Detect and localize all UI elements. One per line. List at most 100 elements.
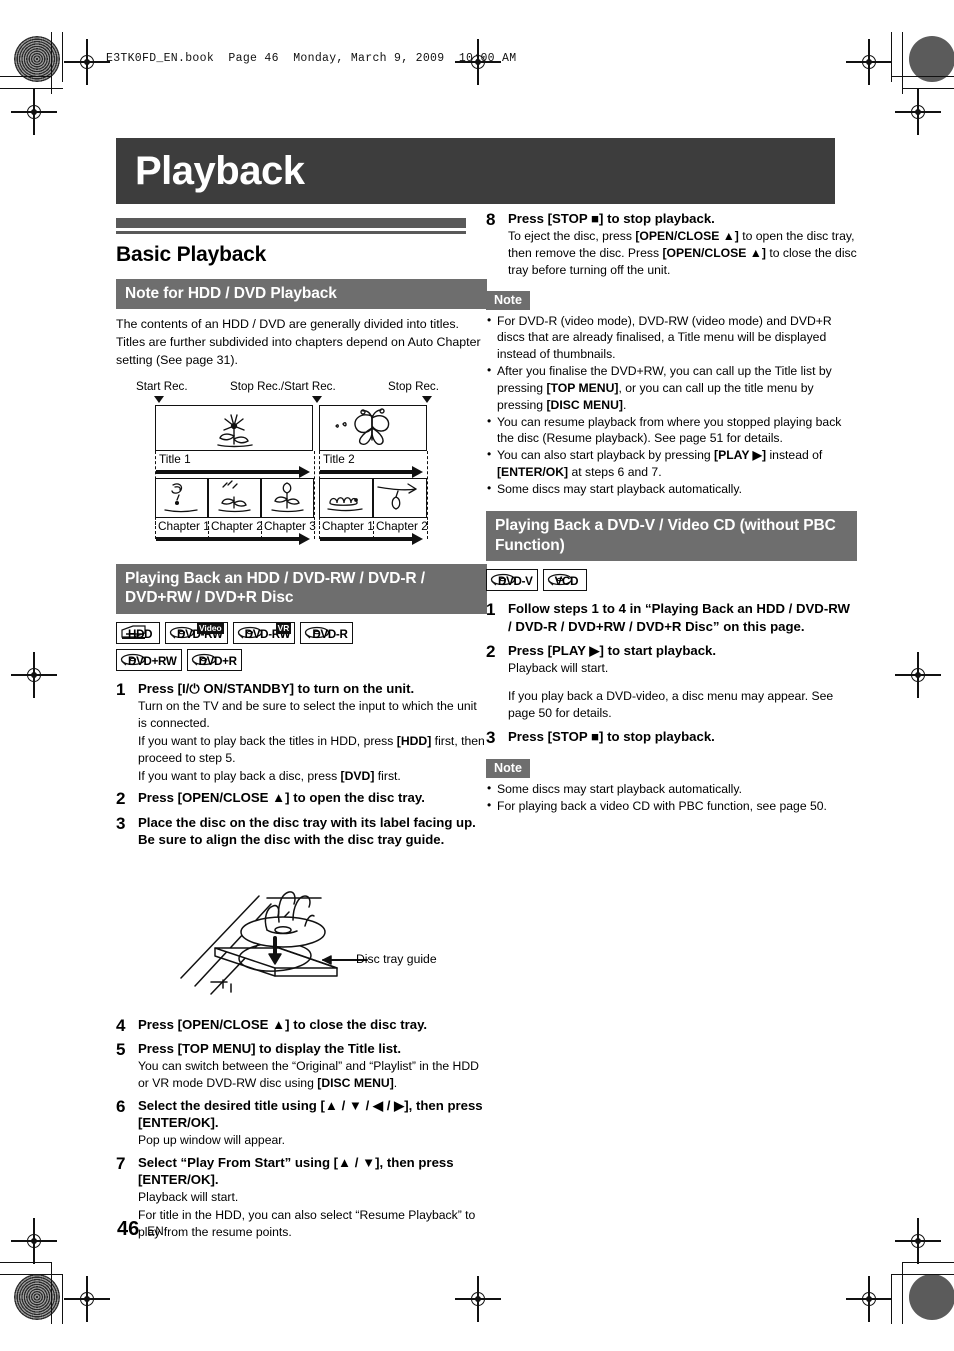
chapter-banner: Playback	[116, 138, 835, 204]
step-lead: Press [TOP MENU] to display the Title li…	[138, 1040, 402, 1056]
step-1: 1 Press [I/⏻ ON/STANDBY] to turn on the …	[116, 680, 487, 784]
diagram-marker-stop-start-rec: Stop Rec./Start Rec.	[230, 379, 336, 393]
step-sub: To eject the disc, press [OPEN/CLOSE ▲] …	[508, 229, 857, 277]
badge-label: VCD	[554, 574, 579, 588]
badge-dvd-rw-video: Video DVD-RW	[165, 622, 228, 645]
diagram-title2-arrow-head	[412, 465, 423, 478]
chapter-divider-4	[314, 520, 315, 539]
crop-line-tr-v	[891, 32, 893, 82]
badge-dvd-r: DVD-R	[300, 622, 353, 645]
section-rule-thick	[116, 218, 466, 228]
crop-line-tr-h2	[902, 88, 954, 90]
registration-mark-bottom-center	[455, 1276, 501, 1322]
registration-mark-lower-right	[895, 1218, 941, 1264]
bud-illustration	[271, 481, 304, 512]
step-3: 3 Place the disc on the disc tray with i…	[116, 814, 487, 848]
crop-line-tl-h	[0, 76, 52, 78]
diagram-chapter-box-5	[373, 477, 427, 518]
step-lead: Press [PLAY ▶] to start playback.	[508, 642, 717, 658]
diagram-title2-image	[319, 404, 427, 451]
chrysalis-illustration	[377, 482, 417, 510]
step-lead: Select “Play From Start” using [▲ / ▼], …	[138, 1154, 454, 1187]
step-lead: Press [OPEN/CLOSE ▲] to open the disc tr…	[138, 790, 425, 806]
disc-badge-group-right: DVD-V VCD	[486, 569, 857, 592]
note-item: You can resume playback from where you s…	[486, 413, 857, 448]
disc-tray-drawing	[180, 891, 368, 995]
badge-dvd-rw-vr: VR DVD-RW	[232, 622, 296, 645]
steps-list-right-top: 8 Press [STOP ■] to stop playback. To ej…	[486, 210, 857, 279]
crop-line-tl-h2	[0, 88, 63, 90]
registration-mark-top-left	[64, 39, 110, 85]
note-list-2: Some discs may start playback automatica…	[486, 780, 857, 815]
crop-line-bl-h2	[0, 1274, 63, 1276]
step-number: 1	[116, 680, 126, 700]
note-item: After you finalise the DVD+RW, you can c…	[486, 362, 857, 413]
diagram-arrow-marker-2	[312, 395, 322, 403]
subsection-header-playing-back-dvdv-vcd: Playing Back a DVD-V / Video CD (without…	[486, 510, 857, 562]
step-6: 6 Select the desired title using [▲ / ▼ …	[116, 1097, 487, 1149]
registration-mark-bottom-right	[846, 1276, 892, 1322]
step-2: 2 Press [OPEN/CLOSE ▲] to open the disc …	[116, 789, 487, 808]
crop-line-tr-v2	[902, 32, 904, 94]
step-sub: Pop up window will appear.	[138, 1132, 286, 1147]
step-lead: Press [I/⏻ ON/STANDBY] to turn on the un…	[138, 681, 415, 697]
chapter-divider-7	[427, 520, 428, 539]
diagram-marker-start-rec: Start Rec.	[136, 379, 188, 393]
note-item: Some discs may start playback automatica…	[486, 780, 857, 798]
step-r3: 3 Press [STOP ■] to stop playback.	[486, 728, 857, 747]
step-sub: Playback will start.	[138, 1190, 239, 1205]
page-title: Playback	[135, 149, 305, 193]
step-lead: Select the desired title using [▲ / ▼ / …	[138, 1097, 483, 1130]
halftone-circle-bottom-left	[14, 1274, 60, 1320]
note-badge-1: Note	[486, 290, 530, 310]
step-sub: If you want to play back a disc, press […	[138, 768, 401, 783]
step-lead: Press [OPEN/CLOSE ▲] to close the disc t…	[138, 1016, 428, 1032]
crop-line-tl-v	[51, 32, 53, 94]
step-7: 7 Select “Play From Start” using [▲ / ▼]…	[116, 1154, 487, 1241]
manual-page: E3TK0FD_EN.book Page 46 Monday, March 9,…	[0, 0, 954, 1351]
crop-line-tl-v2	[62, 32, 64, 82]
sprout-illustration	[218, 479, 251, 512]
registration-mark-mid-right	[895, 652, 941, 698]
registration-mark-lower-left	[11, 1218, 57, 1264]
chapter-arrow-line-1	[156, 536, 301, 541]
disc-tray-illustration: Disc tray guide	[116, 860, 487, 1010]
diagram-chapter-box-4	[319, 477, 373, 518]
folio-language: EN	[147, 1226, 165, 1238]
step-sub: For title in the HDD, you can also selec…	[138, 1207, 476, 1239]
section-rule-thin	[116, 231, 466, 234]
page-footer: 46 EN	[117, 1218, 164, 1241]
diagram-divider-right	[427, 450, 428, 525]
diagram-title1-image	[155, 404, 313, 451]
note-item: Some discs may start playback automatica…	[486, 480, 857, 498]
registration-mark-mid-left	[11, 652, 57, 698]
badge-hdd: HDD	[116, 622, 160, 645]
chapter-arrow-head-1	[299, 532, 310, 545]
butterfly-illustration	[335, 407, 390, 445]
step-r2: 2 Press [PLAY ▶] to start playback. Play…	[486, 642, 857, 722]
note-item: For DVD-R (video mode), DVD-RW (video mo…	[486, 312, 857, 363]
flower-illustration	[217, 413, 253, 447]
crop-line-br-h2	[902, 1262, 954, 1264]
section-title: Basic Playback	[116, 242, 267, 266]
crop-line-bl-v	[51, 1262, 53, 1324]
diagram-chapter-box-3	[261, 477, 314, 518]
steps-list-left-bottom: 4 Press [OPEN/CLOSE ▲] to close the disc…	[116, 1016, 487, 1241]
step-5: 5 Press [TOP MENU] to display the Title …	[116, 1040, 487, 1092]
chapter-arrow-head-2	[412, 532, 423, 545]
diagram-chapter-arrows	[116, 520, 476, 546]
diagram-divider-mid	[314, 450, 315, 525]
badge-dvd-plus-rw: DVD+RW	[116, 649, 182, 672]
crop-line-br-v	[891, 1274, 893, 1324]
note-item: You can also start playback by pressing …	[486, 446, 857, 481]
step-number: 4	[116, 1015, 126, 1035]
badge-superscript: VR	[275, 623, 292, 634]
diagram-chapter-box-2	[208, 477, 261, 518]
crop-line-br-v2	[902, 1262, 904, 1324]
step-number: 8	[486, 210, 496, 229]
note-item: For playing back a video CD with PBC fun…	[486, 797, 857, 815]
badge-dvd-v: DVD-V	[486, 569, 538, 592]
badge-vcd: VCD	[542, 569, 587, 592]
disc-badge-row-right: DVD-V VCD	[486, 569, 857, 592]
disc-badge-row-2: DVD+RW DVD+R	[116, 649, 487, 672]
